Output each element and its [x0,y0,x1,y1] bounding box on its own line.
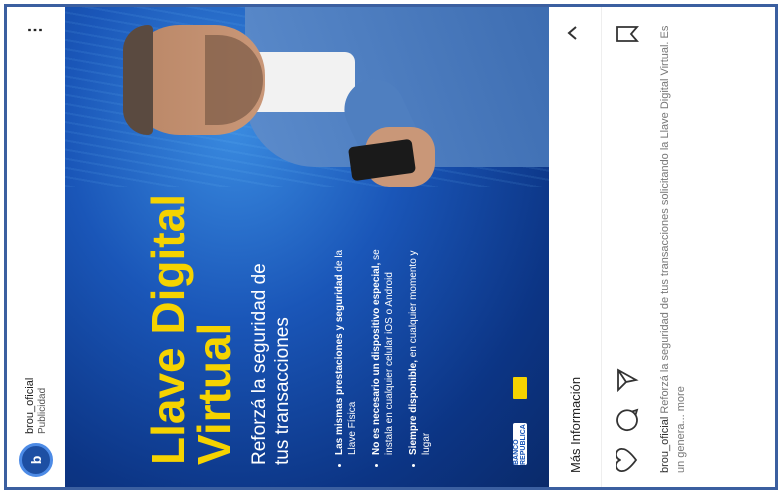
screenshot-frame: b brou_oficial Publicidad ⋮ Llave Digita… [4,4,778,490]
ad-title-line1: Llave Digital [142,194,194,465]
ad-title-line2: Virtual [188,322,240,465]
brand-tag [513,377,527,399]
caption-username[interactable]: brou_oficial [659,417,671,473]
heart-icon[interactable] [614,447,640,473]
brand-logo: BANCO REPUBLICA [513,423,527,465]
post-header-text: brou_oficial Publicidad [24,378,48,434]
sponsored-label: Publicidad [37,387,48,434]
instagram-post: b brou_oficial Publicidad ⋮ Llave Digita… [7,7,775,487]
avatar-letter: b [28,455,44,465]
man-with-phone-photo [105,7,549,195]
ad-bullet: No es necesario un dispositivo especial,… [370,245,396,455]
ad-bullet: Siempre disponible, en cualquier momento… [407,245,433,455]
ad-title: Llave Digital Virtual [142,165,240,465]
more-options-icon[interactable]: ⋮ [25,21,45,38]
cta-bar[interactable]: Más Información [549,7,602,487]
ad-bullets: Las mismas prestaciones y seguridad de l… [333,245,444,469]
comment-icon[interactable] [614,407,640,433]
ad-subtitle: Reforzá la seguridad de tus transaccione… [249,263,293,465]
ad-bullet: Las mismas prestaciones y seguridad de l… [333,245,359,455]
post-caption: brou_oficial Reforzá la seguridad de tus… [657,23,689,473]
send-icon[interactable] [614,367,640,393]
post-header: b brou_oficial Publicidad ⋮ [7,7,66,487]
caption-text: Reforzá la seguridad de tus transaccione… [659,25,687,473]
bookmark-icon[interactable] [614,21,640,47]
cta-label[interactable]: Más Información [568,377,583,473]
username[interactable]: brou_oficial [24,378,36,434]
action-bar [601,7,653,487]
ad-image[interactable]: Llave Digital Virtual Reforzá la segurid… [65,7,549,487]
avatar[interactable]: b [19,443,53,477]
chevron-up-icon[interactable] [565,25,583,41]
hair [123,25,153,135]
